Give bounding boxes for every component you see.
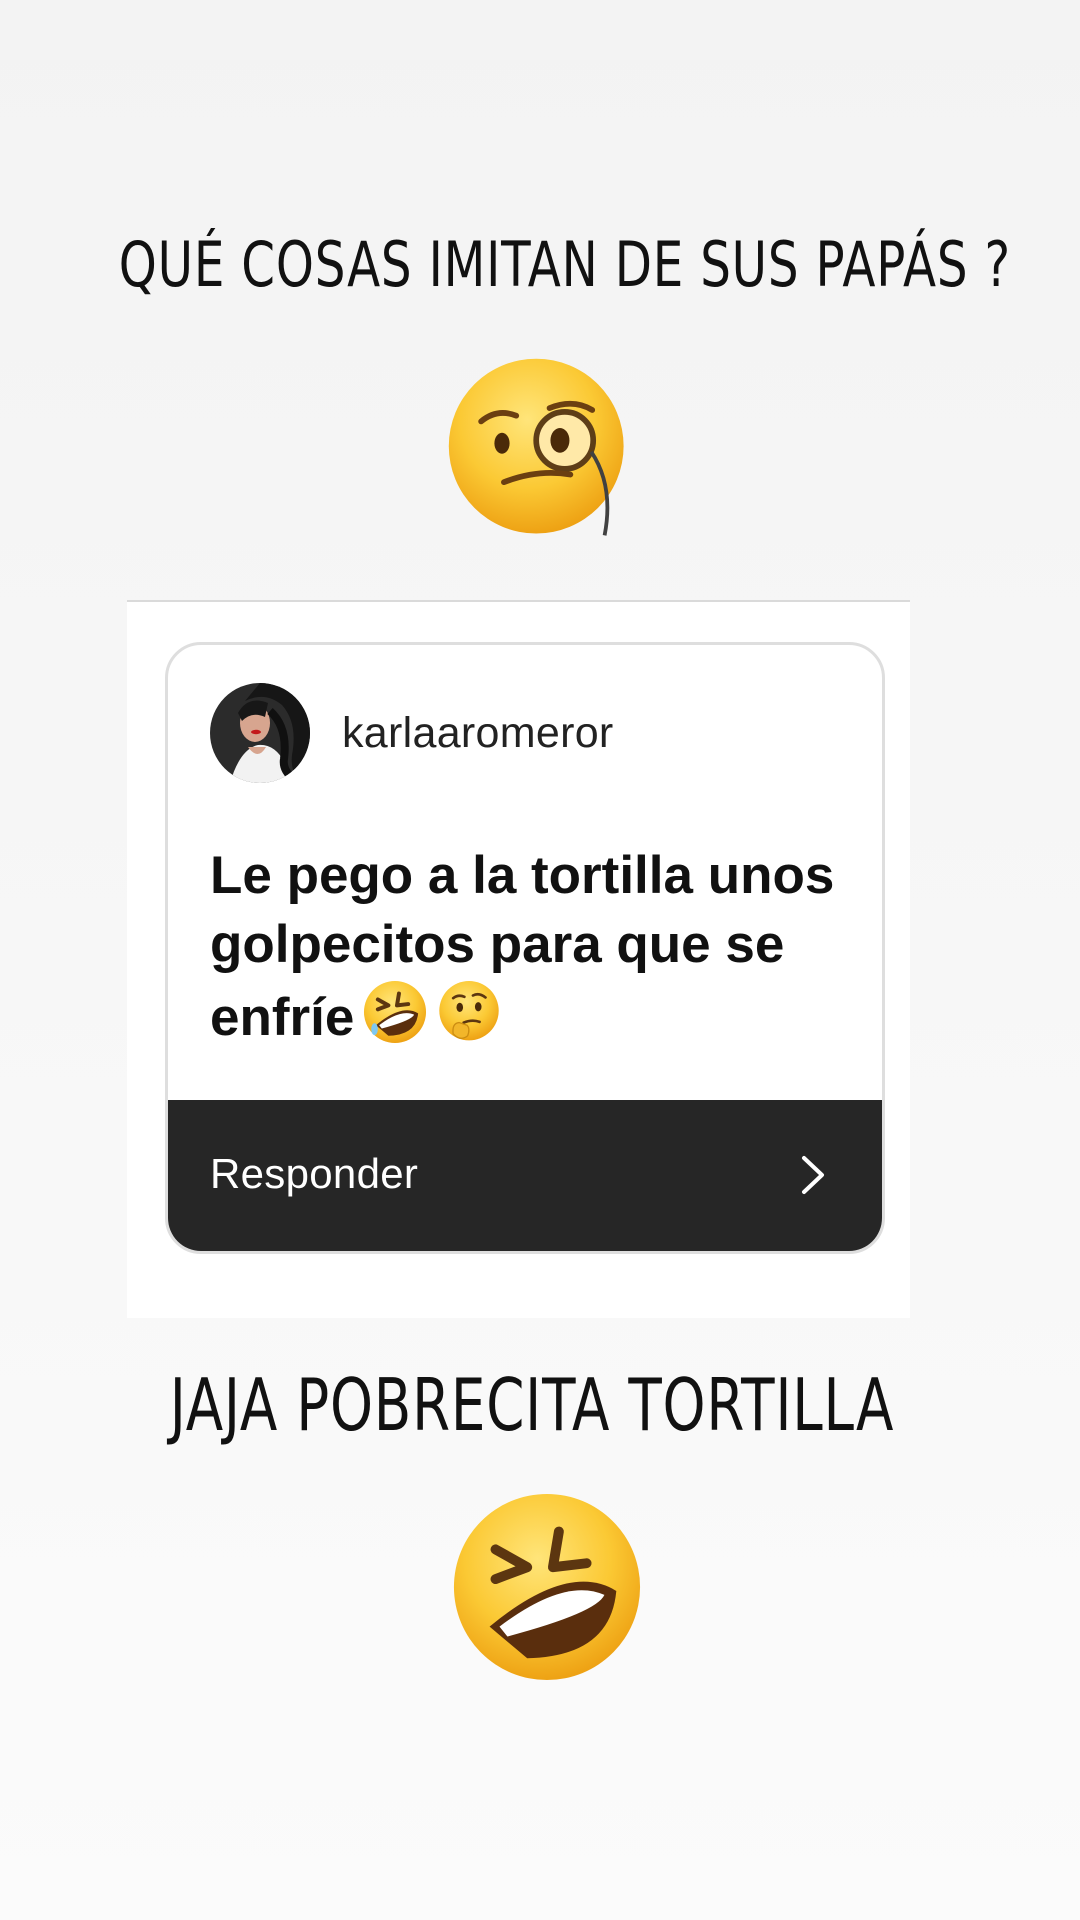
rolling-on-the-floor-laughing-icon xyxy=(448,1488,646,1686)
avatar[interactable] xyxy=(210,683,310,783)
story-heading-bottom: JAJA POBRECITA TORTILLA xyxy=(169,1363,895,1447)
chevron-right-icon xyxy=(790,1152,836,1198)
reply-bar[interactable]: Responder xyxy=(168,1100,882,1251)
username[interactable]: karlaaromeror xyxy=(342,709,614,758)
rolling-laughing-small-icon xyxy=(362,979,428,1045)
question-screenshot-panel: karlaaromeror Le pego a la tortilla unos… xyxy=(127,600,910,1318)
face-with-monocle-icon xyxy=(445,353,635,543)
answer-text: Le pego a la tortilla unos golpecitos pa… xyxy=(210,841,850,1052)
card-header: karlaaromeror xyxy=(210,681,614,785)
thinking-face-icon xyxy=(436,979,502,1045)
reply-label: Responder xyxy=(210,1150,419,1197)
answer-body: Le pego a la tortilla unos golpecitos pa… xyxy=(210,846,835,1047)
question-sticker-card: karlaaromeror Le pego a la tortilla unos… xyxy=(165,642,885,1254)
story-heading-top: QUÉ COSAS IMITAN DE SUS PAPÁS ? xyxy=(118,228,1011,301)
